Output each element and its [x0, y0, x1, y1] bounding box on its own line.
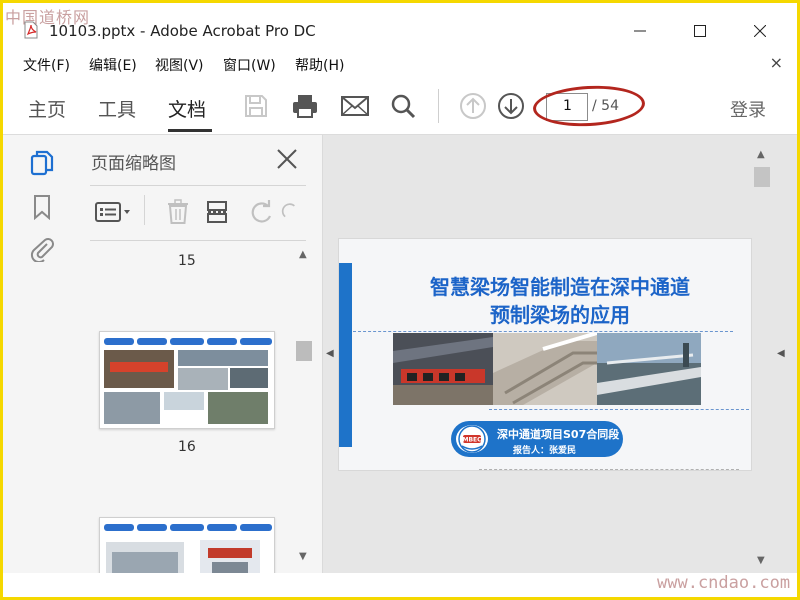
menu-window[interactable]: 窗口(W) — [223, 55, 276, 75]
slide-subtitle: 深中通道项目S07合同段 — [497, 428, 620, 441]
prev-page-icon — [460, 93, 486, 119]
tab-home[interactable]: 主页 — [28, 95, 66, 122]
search-button[interactable] — [386, 90, 420, 122]
slide-dashed-rule — [353, 331, 733, 332]
bookmark-icon — [34, 195, 50, 220]
navigation-pane — [3, 135, 73, 573]
email-button[interactable] — [338, 90, 372, 122]
rotate-right-button[interactable] — [279, 197, 299, 227]
close-icon — [754, 25, 766, 37]
login-button[interactable]: 登录 — [730, 96, 766, 122]
slide-photo-banner — [393, 333, 701, 405]
toolbar: 主页 工具 文档 1 / 54 登录 — [3, 77, 797, 135]
thumbnail-page-number: 16 — [178, 439, 196, 455]
expand-right-pane-arrow[interactable]: ◀ — [777, 348, 785, 359]
slide-accent-bar — [339, 263, 352, 447]
menu-file[interactable]: 文件(F) — [23, 55, 70, 75]
close-window-button[interactable] — [737, 15, 783, 47]
maximize-icon — [694, 25, 706, 37]
toolbar-separator — [438, 89, 439, 123]
thumbnail-list: 15 16 — [73, 241, 291, 573]
bookmarks-button[interactable] — [29, 193, 55, 221]
tab-tools[interactable]: 工具 — [98, 95, 136, 122]
menu-edit[interactable]: 编辑(E) — [89, 55, 137, 75]
thumbnail-options-button[interactable] — [93, 197, 135, 227]
document-view: ◀ 智慧梁场智能制造在深中通道 预制梁场的应用 MBEC 深中通道项目S07合同… — [323, 135, 797, 573]
close-icon — [277, 149, 297, 169]
print-icon — [293, 95, 317, 118]
thumbnail-panel: 页面缩略图 15 16 ▲ ▼ — [65, 135, 323, 573]
thumbnail-preview-image — [100, 518, 274, 573]
menu-bar: 文件(F) 编辑(E) 视图(V) 窗口(W) 帮助(H) × — [3, 49, 797, 77]
scroll-down-arrow[interactable]: ▼ — [757, 555, 765, 566]
slide-title-line1: 智慧梁场智能制造在深中通道 — [430, 275, 690, 299]
panel-divider — [90, 185, 306, 186]
pdf-page: 智慧梁场智能制造在深中通道 预制梁场的应用 MBEC 深中通道项目S07合同段 … — [338, 238, 752, 471]
extract-page-button[interactable] — [201, 197, 235, 227]
collapse-left-pane-arrow[interactable]: ◀ — [326, 348, 334, 359]
minimize-button[interactable] — [617, 15, 663, 47]
panel-pointer — [65, 155, 74, 173]
delete-page-button[interactable] — [161, 197, 195, 227]
thumbnail-preview-image — [100, 332, 274, 428]
trash-icon — [168, 199, 188, 224]
attachments-button[interactable] — [29, 235, 55, 263]
tab-document[interactable]: 文档 — [168, 95, 206, 122]
slide-dashed-rule — [489, 409, 749, 410]
scroll-thumb[interactable] — [296, 341, 312, 361]
search-icon — [391, 94, 416, 119]
slide-reporter: 报告人：张爱民 — [513, 446, 577, 456]
save-icon — [245, 95, 267, 117]
save-button[interactable] — [239, 90, 273, 122]
maximize-button[interactable] — [677, 15, 723, 47]
panel-title: 页面缩略图 — [91, 154, 176, 174]
page-thumbnails-button[interactable] — [29, 149, 55, 177]
document-scrollbar[interactable]: ▲ ▼ — [751, 145, 773, 569]
company-logo: MBEC — [454, 423, 490, 455]
close-document-button[interactable]: × — [770, 53, 783, 72]
menu-view[interactable]: 视图(V) — [155, 55, 204, 75]
page-highlight-oval — [532, 83, 646, 129]
footer-strip: www.cndao.com — [3, 573, 797, 597]
watermark-bottom: www.cndao.com — [657, 573, 791, 593]
title-bar: 中国道桥网 10103.pptx - Adobe Acrobat Pro DC — [3, 3, 797, 48]
close-panel-button[interactable] — [273, 145, 301, 173]
slide-dashed-rule — [479, 469, 739, 470]
scroll-up-arrow[interactable]: ▲ — [299, 249, 307, 260]
rotate-clockwise-icon — [281, 203, 295, 218]
scroll-up-arrow[interactable]: ▲ — [757, 149, 765, 160]
panel-tool-separator — [144, 195, 145, 225]
thumbnail-page-number: 15 — [178, 253, 196, 269]
previous-page-button[interactable] — [456, 90, 490, 122]
page-thumbnails-icon — [30, 150, 54, 176]
window-title: 10103.pptx - Adobe Acrobat Pro DC — [49, 22, 316, 40]
active-tab-indicator — [168, 129, 212, 132]
page-thumbnail[interactable] — [99, 331, 275, 429]
menu-help[interactable]: 帮助(H) — [295, 55, 344, 75]
rotate-left-button[interactable] — [245, 197, 279, 227]
thumbnail-scrollbar[interactable]: ▲ ▼ — [293, 241, 315, 573]
slide-title-line2: 预制梁场的应用 — [490, 303, 630, 327]
email-icon — [341, 96, 369, 116]
rotate-counterclockwise-icon — [251, 200, 272, 223]
pdf-file-icon — [23, 21, 39, 39]
scroll-down-arrow[interactable]: ▼ — [299, 551, 307, 562]
paperclip-icon — [30, 238, 54, 262]
minimize-icon — [634, 30, 646, 32]
page-thumbnail[interactable] — [99, 517, 275, 573]
options-menu-icon — [95, 202, 130, 222]
print-button[interactable] — [288, 90, 322, 122]
next-page-button[interactable] — [494, 90, 528, 122]
next-page-icon — [498, 93, 524, 119]
app-window: 中国道桥网 10103.pptx - Adobe Acrobat Pro DC … — [0, 0, 800, 600]
extract-pages-icon — [207, 201, 228, 223]
logo-text: MBEC — [462, 437, 482, 444]
scroll-thumb[interactable] — [754, 167, 770, 187]
